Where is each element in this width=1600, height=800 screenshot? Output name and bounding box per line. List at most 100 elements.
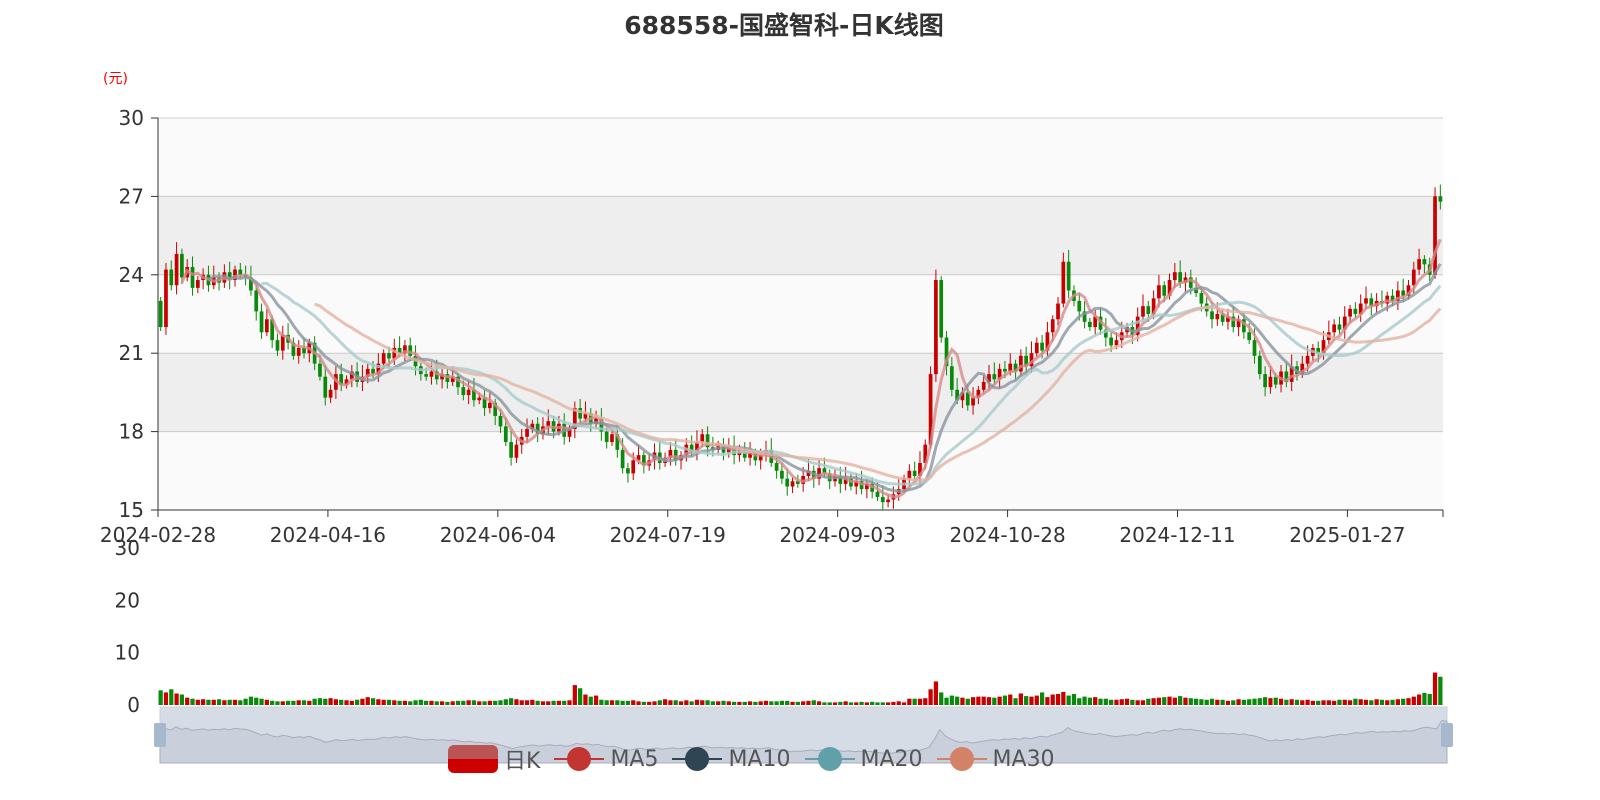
volume-bar	[1183, 697, 1188, 705]
volume-bar	[854, 702, 859, 705]
volume-bar	[301, 700, 307, 705]
volume-bar	[832, 702, 838, 705]
volume-bar	[1008, 694, 1013, 705]
volume-bar	[1013, 698, 1018, 705]
candle-body	[514, 444, 519, 458]
legend-item-ma10[interactable]: MA10	[672, 745, 791, 773]
volume-bar	[785, 700, 790, 705]
volume-bar	[493, 700, 498, 705]
candle-body	[610, 434, 614, 443]
legend-item-ma20[interactable]: MA20	[804, 745, 923, 773]
volume-bar	[211, 699, 216, 705]
volume-bar	[944, 697, 949, 705]
volume-bar	[360, 698, 365, 705]
volume-bar	[700, 700, 705, 705]
datazoom-left-handle[interactable]	[154, 723, 166, 747]
volume-bar	[604, 700, 609, 705]
volume-bar	[822, 702, 827, 705]
volume-bar	[519, 700, 524, 705]
volume-bar	[790, 701, 795, 705]
volume-bar	[455, 700, 461, 705]
volume-bar	[1045, 697, 1050, 705]
volume-tick-label: 30	[115, 536, 140, 560]
volume-tick-label: 0	[127, 693, 140, 717]
volume-bar	[163, 692, 169, 705]
volume-bar	[673, 700, 678, 705]
volume-bar	[615, 700, 620, 705]
candle-body	[174, 253, 179, 286]
datazoom-right-handle[interactable]	[1441, 723, 1453, 747]
volume-bar	[657, 700, 662, 705]
volume-bar	[1284, 699, 1289, 705]
candle-body	[981, 381, 986, 390]
volume-bar	[1326, 700, 1331, 705]
volume-bar	[1071, 694, 1077, 705]
candle-body	[1056, 303, 1060, 320]
volume-bar	[891, 701, 896, 705]
legend-label: 日K	[504, 749, 541, 774]
volume-bar	[1432, 672, 1438, 705]
candle-body	[488, 402, 492, 409]
candle-body	[1157, 285, 1161, 299]
volume-bar	[885, 702, 891, 705]
volume-bar	[402, 700, 408, 705]
candle-body	[498, 415, 503, 427]
volume-bar	[636, 701, 641, 705]
volume-bar	[992, 697, 997, 705]
volume-bar	[254, 697, 259, 705]
volume-bar	[461, 700, 466, 705]
candle-body	[259, 311, 264, 333]
volume-bar	[1337, 699, 1342, 705]
candle-body	[1178, 272, 1183, 283]
volume-bar	[763, 700, 769, 705]
volume-bar	[487, 700, 492, 705]
candle-body	[1146, 306, 1151, 314]
volume-bar	[1167, 696, 1172, 705]
volume-bar	[1061, 691, 1066, 705]
volume-bar	[1050, 694, 1055, 705]
volume-bar	[201, 699, 206, 705]
volume-bar	[970, 697, 976, 705]
y-tick-label: 18	[119, 420, 144, 444]
candle-body	[1247, 332, 1252, 341]
volume-bar	[1114, 699, 1119, 705]
volume-bar	[397, 700, 402, 705]
volume-bar	[280, 701, 285, 705]
candle-body	[1003, 368, 1007, 372]
volume-bar	[684, 700, 689, 705]
legend-item-ma5[interactable]: MA5	[554, 745, 658, 773]
candle-body	[1162, 285, 1167, 296]
volume-bar	[705, 700, 710, 705]
volume-bar	[551, 700, 556, 705]
volume-bar	[997, 696, 1002, 705]
volume-bar	[769, 701, 774, 705]
candle-body	[1040, 342, 1044, 351]
volume-bar	[317, 698, 323, 705]
volume-bar	[1172, 697, 1177, 705]
legend-label: MA10	[728, 746, 791, 772]
candle-body	[158, 300, 163, 328]
volume-bar	[806, 700, 811, 705]
volume-bar	[1316, 700, 1321, 705]
volume-bar	[540, 701, 546, 705]
volume-bar	[307, 700, 312, 705]
legend-item-daily-k[interactable]: 日K	[448, 743, 540, 775]
candle-body	[509, 442, 513, 458]
grid-band	[158, 118, 1443, 197]
candle-body	[1215, 314, 1220, 320]
volume-bar	[477, 701, 482, 705]
volume-bar	[195, 699, 200, 705]
volume-bar	[1310, 700, 1316, 705]
candle-body	[700, 434, 705, 443]
x-tick-label: 2025-01-27	[1289, 523, 1405, 547]
volume-bar	[354, 699, 360, 705]
candle-body	[254, 290, 259, 312]
volume-bar	[1119, 699, 1124, 705]
legend-item-ma30[interactable]: MA30	[936, 745, 1055, 773]
volume-bar	[1332, 700, 1337, 705]
volume-bar	[546, 701, 551, 705]
volume-bar	[949, 695, 954, 705]
candle-body	[1332, 324, 1337, 333]
volume-bar	[1321, 700, 1326, 705]
volume-bar	[901, 702, 907, 705]
